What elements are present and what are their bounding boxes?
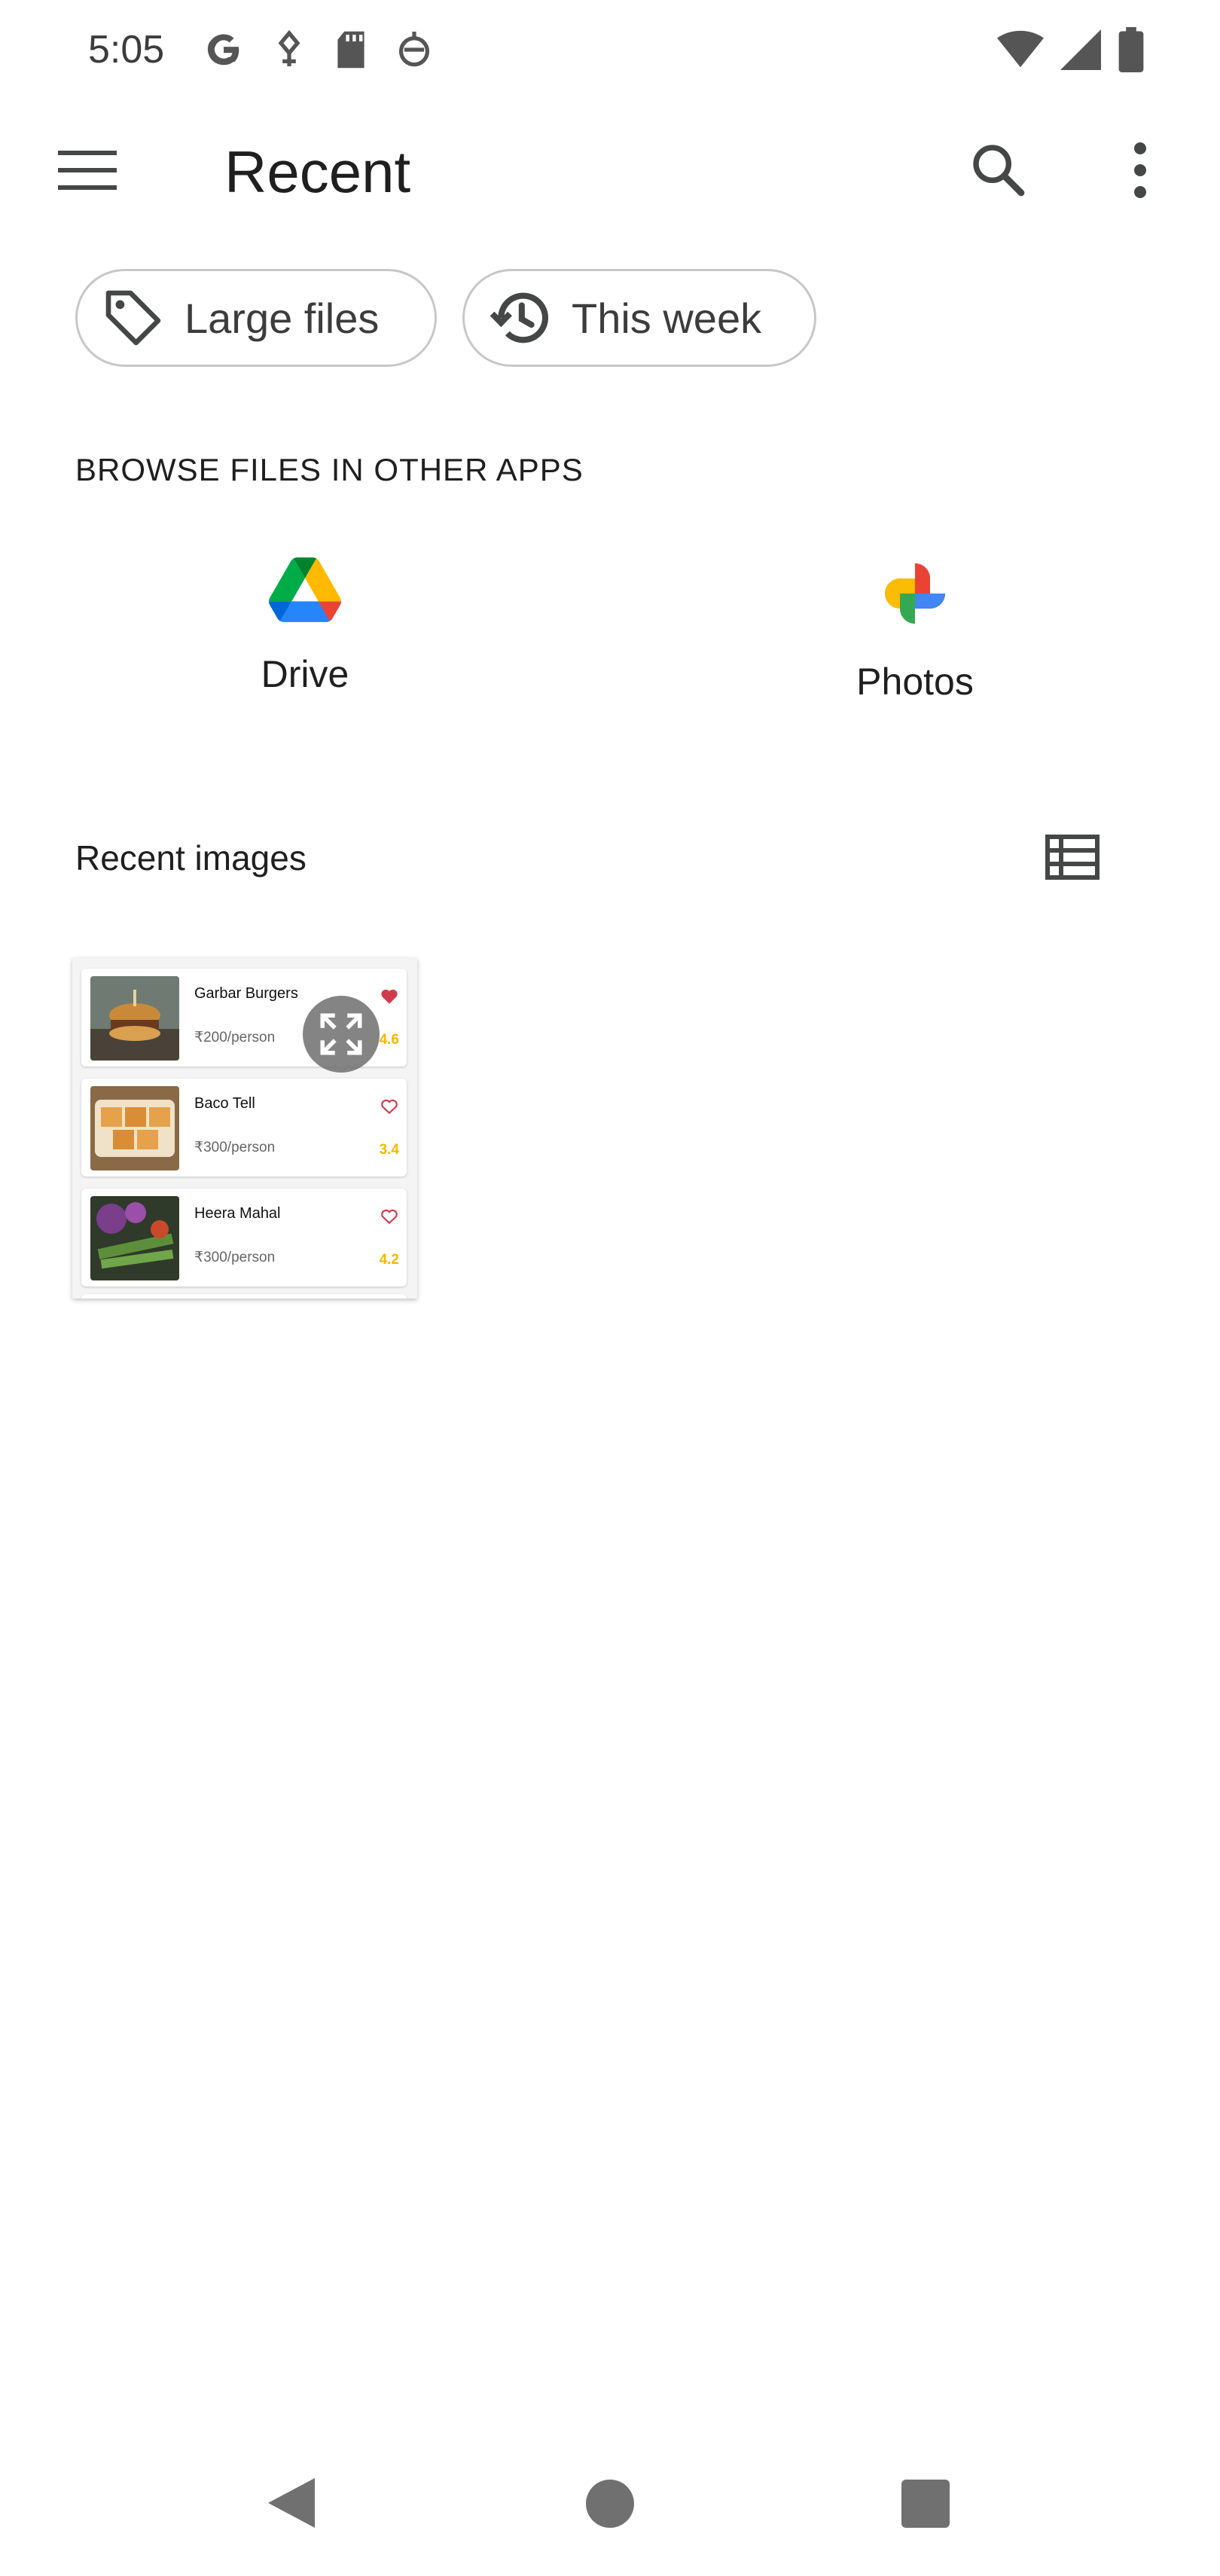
restaurant-rating: 3.4: [379, 1142, 399, 1158]
restaurant-rating: 4.2: [379, 1252, 399, 1268]
weather-alert-icon: [278, 29, 300, 66]
food-photo: [90, 1196, 179, 1280]
more-vert-icon: [1134, 142, 1146, 198]
list-item: Heera Mahal ₹300/person 4.2: [81, 1189, 407, 1286]
restaurant-price: ₹300/person: [194, 1140, 276, 1155]
tag-icon: [105, 290, 161, 346]
page-title: Recent: [224, 139, 411, 205]
chip-this-week[interactable]: This week: [462, 269, 816, 367]
google-photos-icon: [885, 563, 945, 624]
signal-icon: [1060, 29, 1101, 70]
status-icons-left: [203, 27, 432, 72]
app-tile-drive[interactable]: Drive: [154, 557, 456, 761]
app-tile-label: Photos: [856, 661, 974, 703]
more-options-button[interactable]: [1106, 136, 1175, 205]
list-view-icon: [1045, 835, 1100, 880]
heart-outline-icon: [381, 1099, 398, 1115]
app-tile-label: Drive: [261, 653, 349, 695]
home-icon[interactable]: [586, 2480, 634, 2528]
restaurant-price: ₹300/person: [194, 1250, 276, 1265]
back-icon[interactable]: [265, 2477, 318, 2529]
google-icon: [207, 34, 239, 66]
restaurant-name: Heera Mahal: [194, 1205, 281, 1222]
app-tile-photos[interactable]: Photos: [764, 557, 1066, 761]
list-item: Baco Tell ₹300/person 3.4: [81, 1079, 407, 1177]
sd-card-icon: [337, 31, 364, 69]
restaurant-name: Garbar Burgers: [194, 985, 298, 1002]
battery-icon: [1118, 27, 1144, 72]
restaurant-rating: 4.6: [379, 1032, 399, 1048]
restaurant-name: Baco Tell: [194, 1095, 255, 1112]
menu-button[interactable]: [53, 136, 122, 205]
chip-label: Large files: [185, 294, 380, 342]
status-icons-right: [997, 27, 1145, 72]
food-photo: [90, 1086, 179, 1170]
heart-filled-icon: [381, 989, 398, 1004]
chip-label: This week: [572, 294, 762, 342]
wifi-icon: [997, 30, 1044, 68]
search-button[interactable]: [964, 136, 1033, 205]
history-icon: [490, 292, 548, 343]
search-icon: [973, 145, 1025, 197]
restaurant-price: ₹200/person: [194, 1030, 276, 1045]
heart-outline-icon: [381, 1209, 398, 1225]
recent-images-heading: Recent images: [75, 838, 307, 877]
expand-icon: [320, 1013, 362, 1055]
recents-icon[interactable]: [901, 2480, 950, 2528]
notification-robot-icon: [398, 32, 430, 67]
list-item: [81, 1294, 407, 1299]
food-photo: [90, 976, 179, 1061]
view-toggle-button[interactable]: [1038, 823, 1107, 892]
browse-section-heading: BROWSE FILES IN OTHER APPS: [75, 452, 584, 487]
google-drive-icon: [269, 557, 341, 622]
menu-icon: [58, 151, 117, 190]
expand-preview-button[interactable]: [303, 996, 380, 1073]
status-time: 5:05: [88, 28, 165, 72]
chip-large-files[interactable]: Large files: [75, 269, 437, 367]
